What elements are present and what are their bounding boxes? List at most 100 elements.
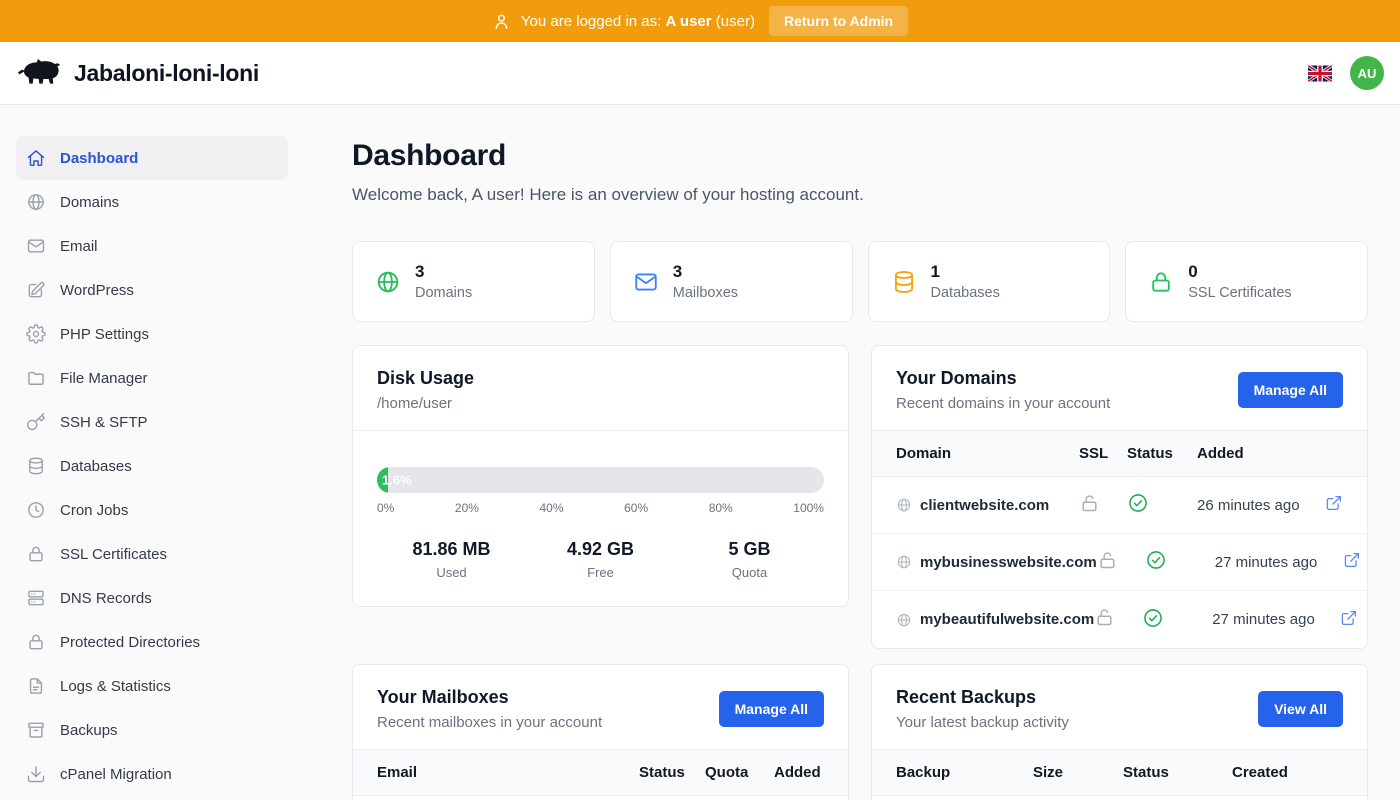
sidebar-item-wordpress[interactable]: WordPress bbox=[16, 268, 288, 312]
sidebar-item-databases[interactable]: Databases bbox=[16, 444, 288, 488]
sidebar-item-domains[interactable]: Domains bbox=[16, 180, 288, 224]
database-icon bbox=[26, 456, 46, 476]
banner-user-role: (user) bbox=[716, 13, 755, 30]
column-header: Status bbox=[1123, 764, 1232, 781]
sidebar-item-label: SSH & SFTP bbox=[60, 414, 148, 431]
column-header: Created bbox=[1232, 764, 1343, 781]
external-link-icon bbox=[1343, 551, 1361, 569]
manage-all-mailboxes-button[interactable]: Manage All bbox=[719, 691, 824, 727]
column-header: SSL bbox=[1079, 445, 1127, 462]
sidebar-item-label: SSL Certificates bbox=[60, 546, 167, 563]
disk-stat-value: 81.86 MB bbox=[377, 539, 526, 560]
banner-user-name: A user bbox=[665, 13, 711, 30]
column-header: Size bbox=[1033, 764, 1123, 781]
sidebar-item-cpanel-migration[interactable]: cPanel Migration bbox=[16, 752, 288, 796]
open-site-cell[interactable] bbox=[1340, 609, 1366, 631]
column-header: Backup bbox=[896, 764, 1033, 781]
stat-card-domains[interactable]: 3 Domains bbox=[352, 241, 595, 322]
return-to-admin-button[interactable]: Return to Admin bbox=[769, 6, 908, 36]
sidebar-item-dns-records[interactable]: DNS Records bbox=[16, 576, 288, 620]
stat-card-mailboxes[interactable]: 3 Mailboxes bbox=[610, 241, 853, 322]
avatar[interactable]: AU bbox=[1350, 56, 1384, 90]
column-header: Status bbox=[1127, 445, 1197, 462]
domains-table-header: DomainSSLStatusAdded bbox=[872, 431, 1367, 477]
sidebar-item-label: DNS Records bbox=[60, 590, 152, 607]
banner-message: You are logged in as: A user (user) bbox=[492, 12, 755, 31]
sidebar-item-dashboard[interactable]: Dashboard bbox=[16, 136, 288, 180]
sidebar-item-file-manager[interactable]: File Manager bbox=[16, 356, 288, 400]
uk-flag-icon[interactable] bbox=[1308, 65, 1332, 82]
stat-label: SSL Certificates bbox=[1188, 285, 1291, 301]
table-row: mybusinesswebsite.com 27 minutes ago bbox=[872, 534, 1367, 591]
disk-stat-value: 5 GB bbox=[675, 539, 824, 560]
scale-tick: 60% bbox=[624, 501, 648, 515]
sidebar-item-label: WordPress bbox=[60, 282, 134, 299]
mailboxes-card-title: Your Mailboxes bbox=[377, 687, 602, 708]
sidebar-item-ssh-sftp[interactable]: SSH & SFTP bbox=[16, 400, 288, 444]
stats-row: 3 Domains 3 Mailboxes 1 Databases 0 SSL … bbox=[352, 241, 1368, 322]
sidebar-item-email[interactable]: Email bbox=[16, 224, 288, 268]
sidebar-item-label: Dashboard bbox=[60, 150, 138, 167]
header-right: AU bbox=[1308, 56, 1384, 90]
scale-tick: 100% bbox=[793, 501, 824, 515]
ssl-cell bbox=[1094, 607, 1142, 632]
disk-usage-title: Disk Usage bbox=[377, 368, 474, 389]
envelope-icon bbox=[633, 269, 659, 295]
mailboxes-card: Your Mailboxes Recent mailboxes in your … bbox=[352, 664, 849, 800]
mailboxes-card-header: Your Mailboxes Recent mailboxes in your … bbox=[353, 665, 848, 750]
backups-table-body bbox=[872, 796, 1367, 800]
sidebar-item-ssl-certificates[interactable]: SSL Certificates bbox=[16, 532, 288, 576]
sidebar-item-logs-statistics[interactable]: Logs & Statistics bbox=[16, 664, 288, 708]
manage-all-domains-button[interactable]: Manage All bbox=[1238, 372, 1343, 408]
mailboxes-table-header: EmailStatusQuotaAdded bbox=[353, 750, 848, 796]
open-site-cell[interactable] bbox=[1325, 494, 1351, 516]
sidebar-item-label: Logs & Statistics bbox=[60, 678, 171, 695]
domain-name: mybeautifulwebsite.com bbox=[920, 611, 1094, 628]
backups-table-header: BackupSizeStatusCreated bbox=[872, 750, 1367, 796]
clock-icon bbox=[26, 500, 46, 520]
welcome-text: Welcome back, A user! Here is an overvie… bbox=[352, 185, 1368, 205]
sidebar-item-label: PHP Settings bbox=[60, 326, 149, 343]
status-check-icon bbox=[1142, 607, 1164, 629]
table-row: clientwebsite.com 26 minutes ago bbox=[872, 477, 1367, 534]
column-header: Added bbox=[774, 764, 824, 781]
domains-card-subtitle: Recent domains in your account bbox=[896, 395, 1110, 412]
sidebar-item-php-settings[interactable]: PHP Settings bbox=[16, 312, 288, 356]
stat-card-ssl-certificates[interactable]: 0 SSL Certificates bbox=[1125, 241, 1368, 322]
stat-label: Databases bbox=[931, 285, 1000, 301]
sidebar-item-cron-jobs[interactable]: Cron Jobs bbox=[16, 488, 288, 532]
column-header: Status bbox=[639, 764, 705, 781]
open-site-cell[interactable] bbox=[1343, 551, 1368, 573]
globe-icon bbox=[26, 192, 46, 212]
ssl-cell bbox=[1097, 550, 1145, 575]
backups-card: Recent Backups Your latest backup activi… bbox=[871, 664, 1368, 800]
domain-cell: clientwebsite.com bbox=[896, 497, 1079, 514]
globe-icon bbox=[896, 554, 912, 570]
boar-logo-icon bbox=[16, 56, 64, 90]
disk-usage-path: /home/user bbox=[377, 395, 474, 412]
server-icon bbox=[26, 588, 46, 608]
envelope-icon bbox=[26, 236, 46, 256]
mailboxes-table-body bbox=[353, 796, 848, 800]
disk-stat-value: 4.92 GB bbox=[526, 539, 675, 560]
stat-value: 3 bbox=[673, 262, 738, 282]
view-all-backups-button[interactable]: View All bbox=[1258, 691, 1343, 727]
cards-grid: Disk Usage /home/user 1.6% 0%20%40%60%80… bbox=[352, 345, 1368, 800]
disk-stat-label: Quota bbox=[675, 565, 824, 580]
sidebar-item-backups[interactable]: Backups bbox=[16, 708, 288, 752]
sidebar-item-label: File Manager bbox=[60, 370, 148, 387]
database-icon bbox=[891, 269, 917, 295]
ssl-unlocked-icon bbox=[1079, 493, 1100, 514]
brand: Jabaloni-loni-loni bbox=[16, 56, 259, 90]
mailboxes-card-subtitle: Recent mailboxes in your account bbox=[377, 714, 602, 731]
user-icon bbox=[492, 12, 511, 31]
disk-usage-percent: 1.6% bbox=[382, 473, 412, 488]
brand-name: Jabaloni-loni-loni bbox=[74, 60, 259, 87]
stat-card-databases[interactable]: 1 Databases bbox=[868, 241, 1111, 322]
column-header: Added bbox=[1197, 445, 1325, 462]
stat-value: 3 bbox=[415, 262, 472, 282]
sidebar-item-label: Protected Directories bbox=[60, 634, 200, 651]
domains-card-title: Your Domains bbox=[896, 368, 1110, 389]
sidebar-item-protected-directories[interactable]: Protected Directories bbox=[16, 620, 288, 664]
domains-table-body: clientwebsite.com 26 minutes ago mybusin… bbox=[872, 477, 1367, 648]
